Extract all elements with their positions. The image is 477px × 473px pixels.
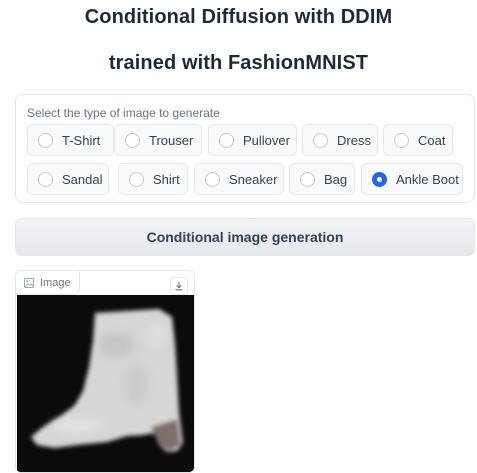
radio-option-label: Sandal	[62, 171, 103, 187]
radio-option-dress[interactable]: Dress	[302, 124, 378, 156]
radio-option-label: Pullover	[243, 132, 290, 148]
radio-option-label: Ankle Boot	[396, 171, 459, 187]
conditional-generation-button[interactable]: Conditional image generation	[15, 218, 475, 256]
generated-ankle-boot-image	[17, 295, 194, 472]
download-button[interactable]	[170, 277, 188, 295]
output-image-panel: Image	[15, 270, 195, 473]
radio-circle-icon	[129, 171, 144, 187]
radio-circle-icon	[313, 132, 328, 148]
radio-option-ankle-boot[interactable]: Ankle Boot	[361, 163, 463, 195]
radio-option-sneaker[interactable]: Sneaker	[194, 163, 284, 195]
radio-circle-icon	[205, 171, 220, 187]
radio-option-label: Shirt	[153, 171, 180, 187]
radio-option-label: Bag	[324, 171, 348, 187]
radio-circle-icon	[125, 132, 140, 148]
radio-option-label: Sneaker	[229, 171, 278, 187]
radio-option-bag[interactable]: Bag	[289, 163, 355, 195]
radio-option-coat[interactable]: Coat	[383, 124, 453, 156]
radio-option-sandal[interactable]: Sandal	[27, 163, 109, 195]
radio-circle-icon	[38, 171, 53, 187]
radio-circle-icon	[219, 132, 234, 148]
radio-circle-icon	[394, 132, 409, 148]
radio-circle-icon	[300, 171, 315, 187]
radio-option-label: Trouser	[149, 132, 194, 148]
radio-group-label: Select the type of image to generate	[27, 106, 220, 120]
radio-selected-icon	[372, 171, 387, 187]
radio-option-label: Coat	[418, 132, 446, 148]
page-title-line-2: trained with FashionMNIST	[108, 52, 369, 74]
radio-option-label: T-Shirt	[62, 132, 101, 148]
image-label-text: Image	[40, 276, 71, 289]
radio-option-shirt[interactable]: Shirt	[118, 163, 188, 195]
download-icon	[175, 282, 183, 291]
image-type-radio-group: Select the type of image to generate T-S…	[15, 94, 475, 203]
radio-circle-icon	[38, 132, 53, 148]
page-title-line-1: Conditional Diffusion with DDIM	[84, 6, 393, 28]
image-icon	[24, 277, 34, 288]
image-label-tag: Image	[16, 271, 80, 295]
radio-option-label: Dress	[337, 132, 371, 148]
radio-option-trouser[interactable]: Trouser	[114, 124, 202, 156]
radio-option-t-shirt[interactable]: T-Shirt	[27, 124, 114, 156]
radio-option-pullover[interactable]: Pullover	[208, 124, 297, 156]
